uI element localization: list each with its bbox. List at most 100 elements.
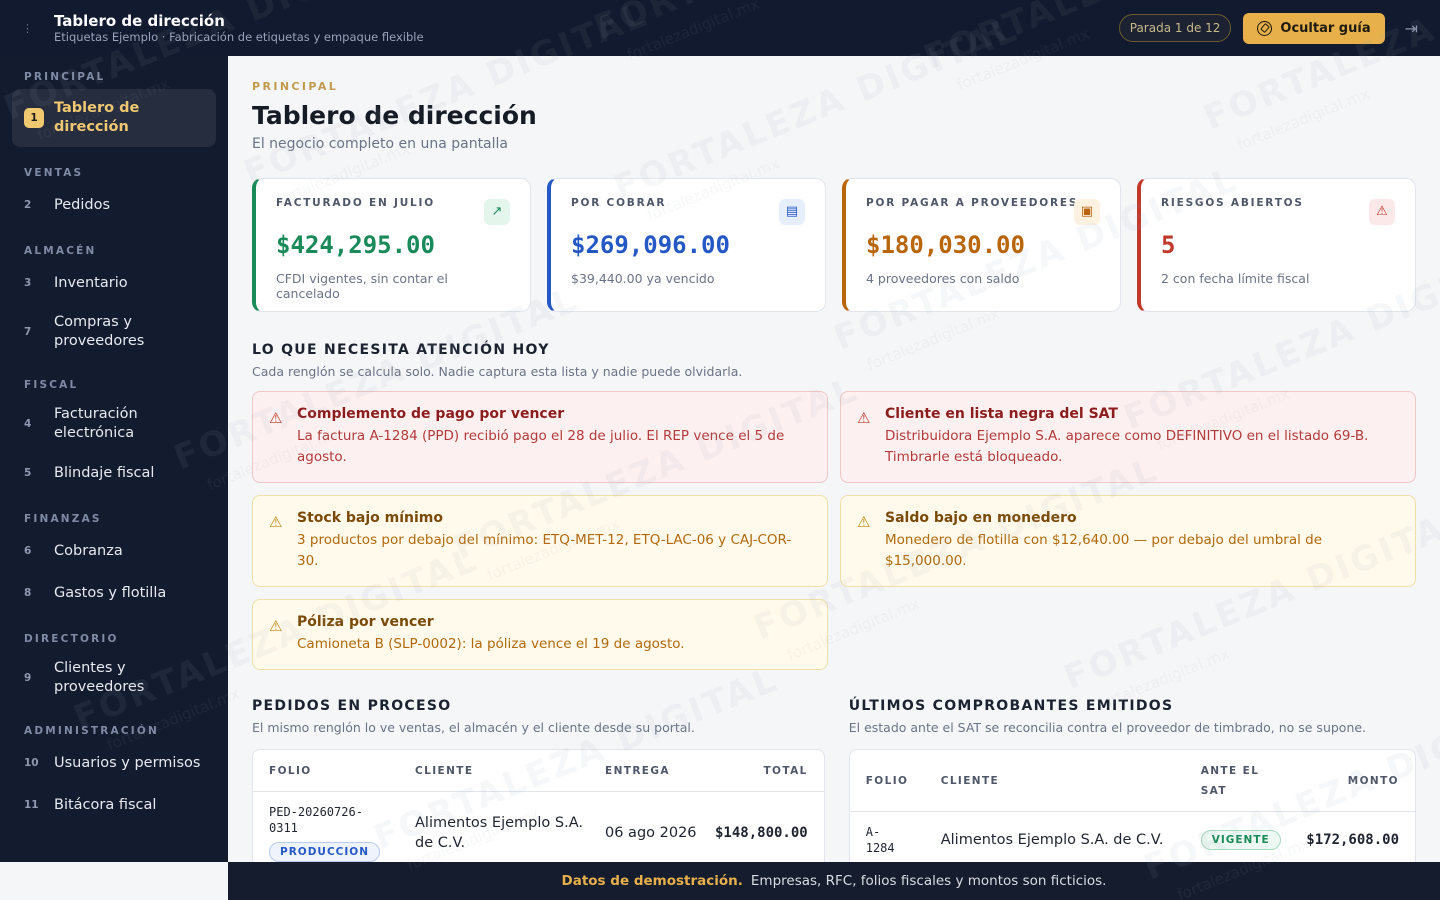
kpi-card[interactable]: RIESGOS ABIERTOS 5 2 con fecha límite fi… [1137,178,1416,312]
order-total: $148,800.00 [715,825,808,841]
invoices-title: ÚLTIMOS COMPROBANTES EMITIDOS [848,698,1174,714]
sidebar-item[interactable]: 8 Gastos y flotilla [12,573,216,613]
top-bar: ⋮ Tablero de dirección Etiquetas Ejemplo… [0,0,1440,56]
demo-footer-text: Empresas, RFC, folios fiscales y montos … [750,873,1107,889]
sidebar-item[interactable]: 6 Cobranza [12,531,216,571]
column-header[interactable]: FOLIO [269,765,415,777]
sidebar-item-number: 11 [24,798,39,811]
alert-list: ⚠ Complemento de pago por vencer La fact… [252,391,1416,670]
invoice-folio: A-1284 [865,825,895,855]
kpi-value: $180,030.00 [866,231,1025,259]
order-folio: PED-20260726-0311 [269,805,363,835]
warning-icon: ⚠ [269,513,283,531]
alert-card[interactable]: ⚠ Complemento de pago por vencer La fact… [252,391,828,483]
alert-title: Complemento de pago por vencer [297,406,565,422]
logout-icon[interactable]: ⇥ [1405,19,1418,38]
order-delivery: 06 ago 2026 [605,825,697,841]
sidebar: PRINCIPAL 1 Tablero de dirección VENTAS 2 Ped… [0,56,228,862]
column-header[interactable]: FOLIO [866,775,941,787]
sidebar-item-number: 4 [24,417,32,430]
sidebar-item-label: Bitácora fiscal [54,796,157,813]
column-header[interactable]: ENTREGA [605,765,715,777]
demo-footer: Datos de demostración. Empresas, RFC, fo… [228,862,1440,900]
warning-icon: ⚠ [857,513,871,531]
sidebar-item[interactable]: 7 Compras y proveedores [12,305,216,359]
sidebar-item-number: 10 [24,756,39,769]
document-icon: ▤ [779,199,805,225]
kpi-cards: FACTURADO EN JULIO $424,295.00 CFDI vige… [252,178,1416,312]
sidebar-item-label: Compras y proveedores [54,314,145,349]
column-header[interactable]: ANTE EL SAT [1201,761,1281,801]
sidebar-item-label: Blindaje fiscal [54,464,155,481]
kpi-card[interactable]: FACTURADO EN JULIO $424,295.00 CFDI vige… [252,178,531,312]
status-badge: VIGENTE [1200,830,1281,850]
main-content: PRINCIPAL Tablero de dirección El negoci… [228,56,1440,862]
sidebar-item[interactable]: 1 Tablero de dirección [12,89,216,147]
menu-icon[interactable]: ⋮ [22,22,40,35]
alert-text: Monedero de flotilla con $12,640.00 — po… [885,532,1323,569]
sidebar-item[interactable]: 11 Bitácora fiscal [12,785,216,825]
warning-icon: ⚠ [857,409,871,427]
app-subtitle: Etiquetas Ejemplo · Fabricación de etiqu… [54,29,424,44]
orders-title: PEDIDOS EN PROCESO [252,698,452,714]
invoices-table: FOLIO CLIENTE ANTE EL SAT MONTO A-1284 A… [848,749,1416,862]
tour-stop-indicator: Parada 1 de 12 [1118,14,1232,42]
kpi-label: POR PAGAR A PROVEEDORES [866,197,1079,209]
sidebar-section-label: FISCAL [24,379,79,391]
header-titles: Tablero de dirección Etiquetas Ejemplo ·… [54,12,1119,45]
sidebar-section-label: DIRECTORIO [24,633,119,645]
sidebar-item-label: Pedidos [54,196,111,213]
sidebar-item[interactable]: 2 Pedidos [12,185,216,225]
order-client: Alimentos Ejemplo S.A. de C.V. [415,815,583,851]
sidebar-item-number: 5 [24,466,32,479]
alert-text: La factura A-1284 (PPD) recibió pago el … [297,428,785,465]
kpi-note: CFDI vigentes, sin contar el cancelado [276,271,448,301]
kpi-note: $39,440.00 ya vencido [571,271,715,286]
trending-up-icon: ↗ [484,199,510,225]
orders-panel: PEDIDOS EN PROCESO El mismo renglón lo v… [252,698,825,862]
kpi-label: POR COBRAR [571,197,667,209]
kpi-value: $424,295.00 [276,231,435,259]
invoice-client: Alimentos Ejemplo S.A. de C.V. [940,832,1164,848]
table-row[interactable]: PED-20260726-0311 PRODUCCION Alimentos E… [253,792,824,862]
invoices-table-header: FOLIO CLIENTE ANTE EL SAT MONTO [849,750,1415,812]
column-header[interactable]: CLIENTE [941,775,1201,787]
hide-guide-label: Ocultar guía [1280,20,1371,36]
alert-card[interactable]: ⚠ Saldo bajo en monedero Monedero de flo… [840,495,1416,587]
sidebar-item[interactable]: 10 Usuarios y permisos [12,743,216,783]
sidebar-item[interactable]: 4 Facturación electrónica [12,397,216,451]
column-header[interactable]: TOTAL [715,765,808,777]
sidebar-item-label: Inventario [54,274,128,291]
wallet-icon: ▣ [1074,199,1100,225]
kpi-card[interactable]: POR COBRAR $269,096.00 $39,440.00 ya ven… [547,178,826,312]
invoices-subtitle: El estado ante el SAT se reconcilia cont… [848,720,1367,735]
order-folio-cell: PED-20260726-0311 PRODUCCION [269,804,415,862]
sidebar-item[interactable]: 9 Clientes y proveedores [12,651,216,705]
sidebar-item-label: Usuarios y permisos [54,754,201,771]
sidebar-item[interactable]: 3 Inventario [12,263,216,303]
table-row[interactable]: A-1284 Alimentos Ejemplo S.A. de C.V. VI… [850,812,1415,862]
hide-guide-button[interactable]: Ocultar guía [1243,12,1385,44]
sidebar-item-label: Facturación electrónica [54,406,138,441]
sidebar-item-label: Cobranza [54,542,123,559]
warning-icon: ⚠ [269,617,283,635]
kpi-value: 5 [1161,231,1176,259]
sidebar-item[interactable]: 5 Blindaje fiscal [12,453,216,493]
sidebar-item-label: Clientes y proveedores [54,660,145,695]
alert-card[interactable]: ⚠ Póliza por vencer Camioneta B (SLP-000… [252,599,828,670]
alert-card[interactable]: ⚠ Cliente en lista negra del SAT Distrib… [840,391,1416,483]
alert-text: 3 productos por debajo del mínimo: ETQ-M… [297,532,792,569]
kpi-label: RIESGOS ABIERTOS [1161,197,1304,209]
column-header[interactable]: MONTO [1281,775,1399,787]
sidebar-item-number: 8 [24,586,32,599]
sidebar-item-number: 3 [24,276,32,289]
alert-card[interactable]: ⚠ Stock bajo mínimo 3 productos por deba… [252,495,828,587]
demo-footer-bold: Datos de demostración. [561,873,743,889]
page-title: Tablero de dirección [252,101,537,130]
column-header[interactable]: CLIENTE [415,765,605,777]
kpi-label: FACTURADO EN JULIO [276,197,435,209]
kpi-card[interactable]: POR PAGAR A PROVEEDORES $180,030.00 4 pr… [842,178,1121,312]
attention-title: LO QUE NECESITA ATENCIÓN HOY [252,342,550,358]
status-badge: PRODUCCION [269,842,380,862]
alert-text: Distribuidora Ejemplo S.A. aparece como … [885,428,1369,465]
